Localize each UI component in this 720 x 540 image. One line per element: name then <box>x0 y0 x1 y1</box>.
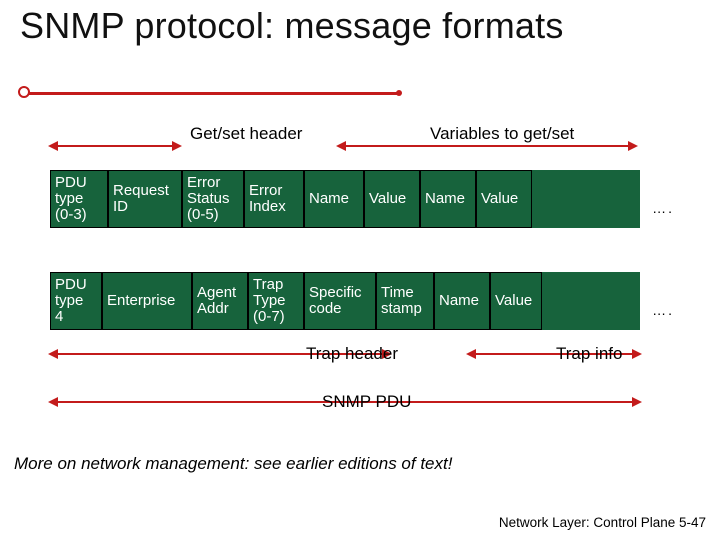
field-name-2: Name <box>420 170 476 228</box>
ellipsis-icon: …. <box>652 200 674 216</box>
field-value-2: Value <box>476 170 532 228</box>
getset-pdu-row: PDUtype(0-3) RequestID ErrorStatus(0-5) … <box>50 170 640 228</box>
field-trap-type: TrapType(0-7) <box>248 272 304 330</box>
field-pdu-type: PDUtype(0-3) <box>50 170 108 228</box>
field-request-id: RequestID <box>108 170 182 228</box>
field-name-1: Name <box>304 170 364 228</box>
slide-title: SNMP protocol: message formats <box>20 6 700 46</box>
field-time-stamp: Timestamp <box>376 272 434 330</box>
field-name-trap: Name <box>434 272 490 330</box>
snmp-pdu-label: SNMP PDU <box>322 392 411 412</box>
trap-info-label: Trap info <box>556 344 622 364</box>
field-value-trap: Value <box>490 272 542 330</box>
title-underline <box>20 92 400 95</box>
ellipsis-icon: …. <box>652 302 674 318</box>
variables-label: Variables to get/set <box>430 124 574 144</box>
footnote-text: More on network management: see earlier … <box>14 454 452 474</box>
field-error-index: ErrorIndex <box>244 170 304 228</box>
field-value-1: Value <box>364 170 420 228</box>
field-enterprise: Enterprise <box>102 272 192 330</box>
page-number: Network Layer: Control Plane 5-47 <box>499 515 706 530</box>
field-specific-code: Specificcode <box>304 272 376 330</box>
field-agent-addr: AgentAddr <box>192 272 248 330</box>
field-pdu-type-4: PDUtype4 <box>50 272 102 330</box>
getset-header-label: Get/set header <box>190 124 302 144</box>
trap-header-label: Trap header <box>306 344 398 364</box>
field-error-status: ErrorStatus(0-5) <box>182 170 244 228</box>
trap-pdu-row: PDUtype4 Enterprise AgentAddr TrapType(0… <box>50 272 640 330</box>
